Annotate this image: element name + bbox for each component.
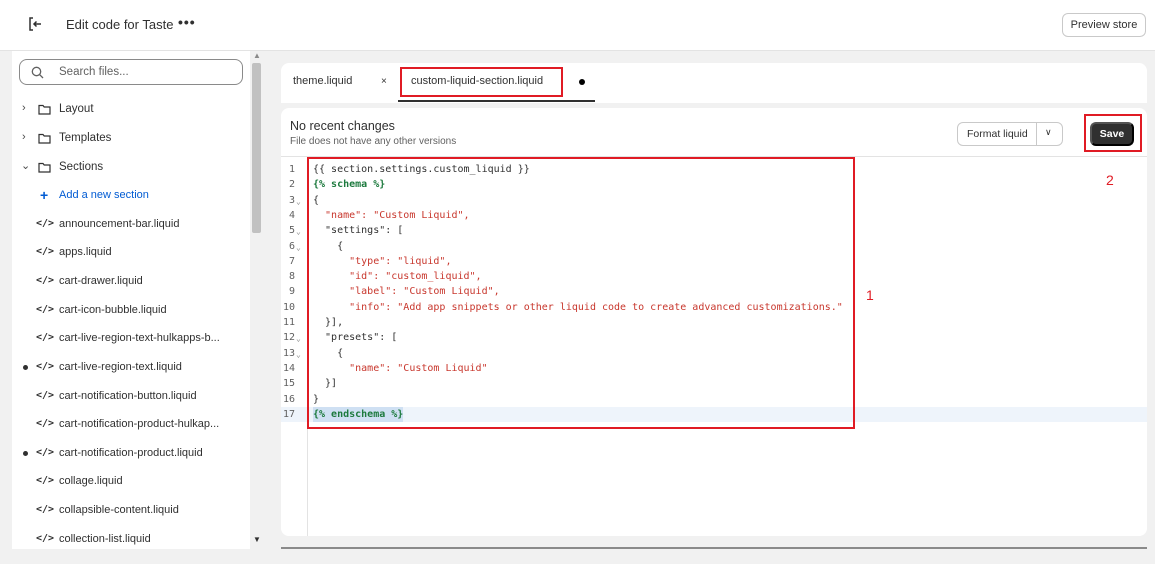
annotation-label: 1 <box>866 287 874 303</box>
search-input[interactable]: Search files... <box>19 59 243 85</box>
add-new-section-link[interactable]: + Add a new section <box>12 185 252 207</box>
code-highlight-box <box>307 157 855 429</box>
unsaved-dot-icon <box>579 79 585 85</box>
fold-icon[interactable]: ⌄ <box>296 331 301 346</box>
modified-dot-icon <box>23 365 28 370</box>
top-bar: Edit code for Taste ••• Preview store <box>0 0 1155 51</box>
version-status-title: No recent changes <box>290 119 395 133</box>
file-item[interactable]: </> announcement-bar.liquid <box>12 214 252 236</box>
file-item[interactable]: </> cart-live-region-text.liquid <box>12 357 252 379</box>
fold-icon[interactable]: ⌄ <box>296 240 301 255</box>
chevron-down-icon: ⌄ <box>21 160 31 172</box>
file-sidebar: Search files... › Layout › Templates ⌄ S… <box>12 51 262 549</box>
chevron-right-icon: › <box>22 102 26 114</box>
code-file-icon: </> <box>36 418 55 429</box>
folder-layout[interactable]: › Layout <box>12 99 252 121</box>
file-item[interactable]: </> collection-list.liquid <box>12 529 252 549</box>
close-tab-icon[interactable]: × <box>381 76 387 87</box>
file-item[interactable]: </> collage.liquid <box>12 471 252 493</box>
chevron-down-icon[interactable]: ∨ <box>1045 127 1052 138</box>
scroll-down-icon[interactable]: ▼ <box>253 535 261 544</box>
format-liquid-button[interactable]: Format liquid ∨ <box>957 122 1063 146</box>
file-item[interactable]: </> cart-icon-bubble.liquid <box>12 300 252 322</box>
code-file-icon: </> <box>36 275 55 286</box>
scroll-up-icon[interactable]: ▲ <box>253 51 261 60</box>
tab-highlight-box <box>400 67 563 97</box>
preview-store-button[interactable]: Preview store <box>1062 13 1146 37</box>
file-item[interactable]: </> cart-notification-button.liquid <box>12 386 252 408</box>
file-item[interactable]: </> cart-notification-product.liquid <box>12 443 252 465</box>
code-file-icon: </> <box>36 475 55 486</box>
panel-bottom-border <box>281 547 1147 549</box>
annotation-label: 2 <box>1106 172 1114 188</box>
more-actions-button[interactable]: ••• <box>178 14 196 30</box>
chevron-right-icon: › <box>22 131 26 143</box>
code-file-icon: </> <box>36 533 55 544</box>
file-item[interactable]: </> collapsible-content.liquid <box>12 500 252 522</box>
file-item[interactable]: </> cart-live-region-text-hulkapps-b... <box>12 328 252 350</box>
active-tab-indicator <box>398 100 595 102</box>
exit-icon[interactable] <box>26 15 44 33</box>
save-highlight-box <box>1084 114 1142 152</box>
code-file-icon: </> <box>36 447 55 458</box>
scroll-thumb[interactable] <box>252 63 261 233</box>
code-file-icon: </> <box>36 332 55 343</box>
code-file-icon: </> <box>36 246 55 257</box>
folder-templates[interactable]: › Templates <box>12 128 252 150</box>
plus-icon: + <box>40 187 49 203</box>
folder-icon <box>38 133 51 144</box>
fold-icon[interactable]: ⌄ <box>296 194 301 209</box>
sidebar-scrollbar[interactable]: ▲ ▼ <box>250 51 262 549</box>
code-file-icon: </> <box>36 504 55 515</box>
code-file-icon: </> <box>36 361 55 372</box>
code-file-icon: </> <box>36 218 55 229</box>
search-placeholder: Search files... <box>59 66 129 78</box>
code-file-icon: </> <box>36 390 55 401</box>
version-status-subtitle: File does not have any other versions <box>290 136 457 147</box>
file-item[interactable]: </> cart-notification-product-hulkap... <box>12 414 252 436</box>
folder-icon <box>38 162 51 173</box>
fold-icon[interactable]: ⌄ <box>296 347 301 362</box>
page-title: Edit code for Taste <box>66 17 174 32</box>
fold-icon[interactable]: ⌄ <box>296 224 301 239</box>
tab-theme-liquid[interactable]: theme.liquid <box>293 75 352 87</box>
divider <box>1036 123 1037 145</box>
search-icon <box>31 66 44 79</box>
folder-icon <box>38 104 51 115</box>
code-file-icon: </> <box>36 304 55 315</box>
file-item[interactable]: </> cart-drawer.liquid <box>12 271 252 293</box>
file-item[interactable]: </> apps.liquid <box>12 242 252 264</box>
folder-sections[interactable]: ⌄ Sections <box>12 157 252 179</box>
modified-dot-icon <box>23 451 28 456</box>
